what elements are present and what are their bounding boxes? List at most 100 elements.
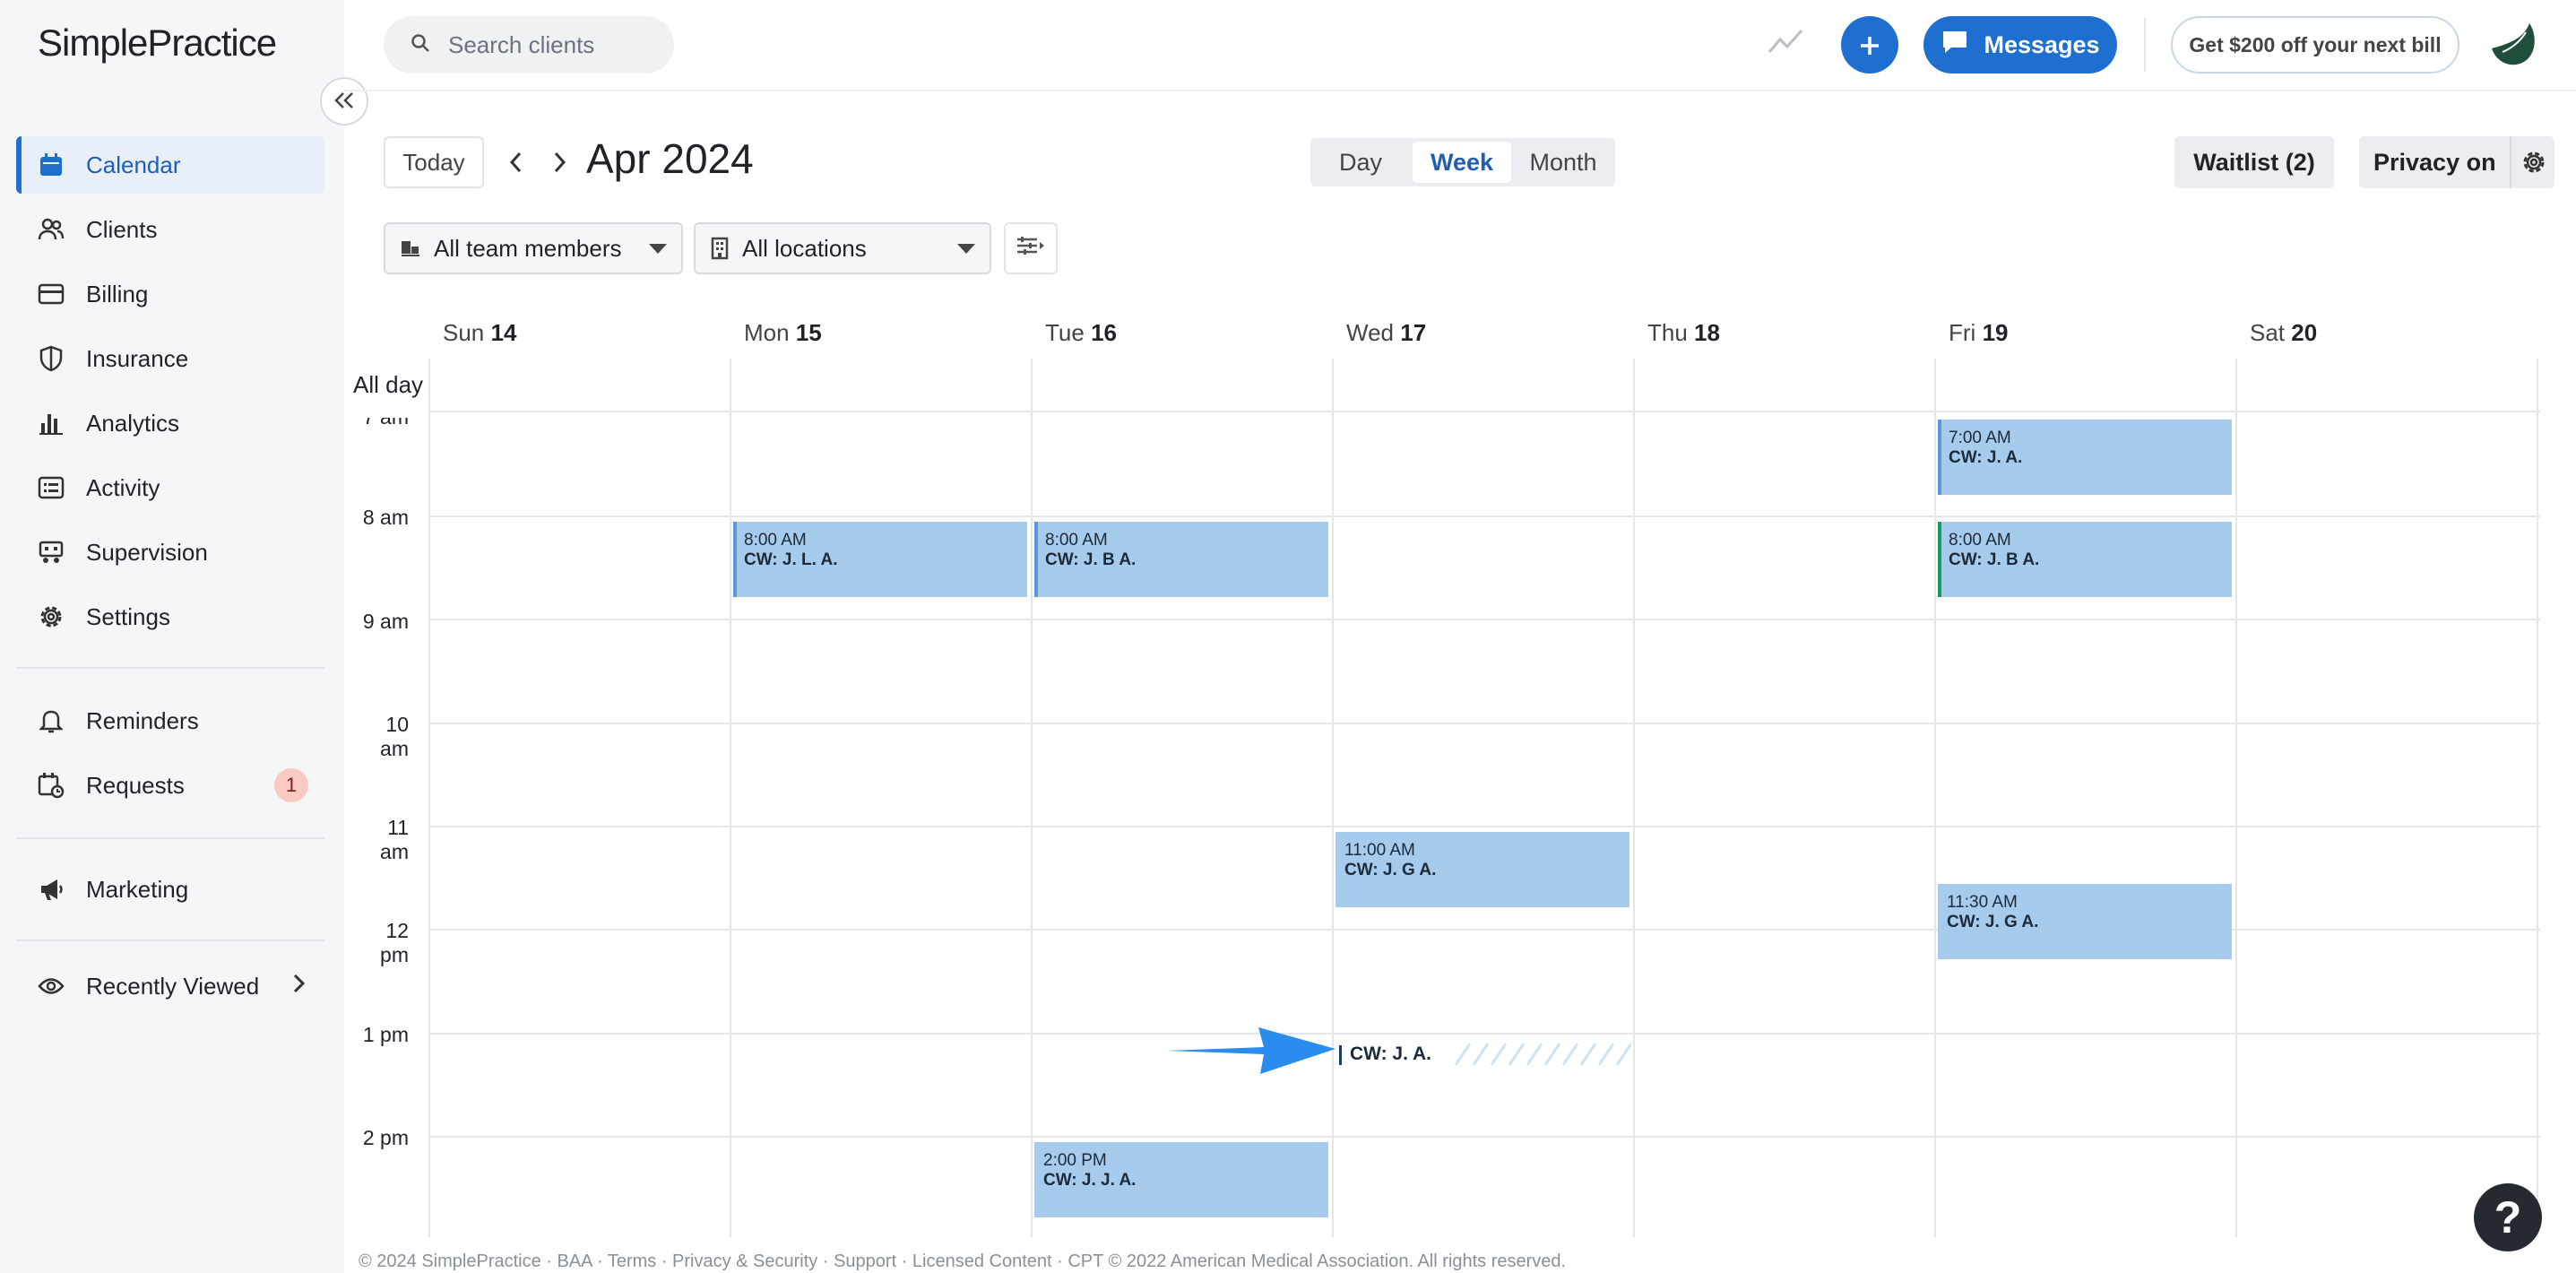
sidebar-item-supervision[interactable]: Supervision	[16, 524, 324, 581]
day-header-fri[interactable]: Fri 19	[1949, 319, 2008, 347]
event-client: CW: J. A.	[1949, 448, 2023, 467]
grid-line	[430, 515, 2540, 517]
search-input[interactable]	[446, 30, 656, 60]
appointment-event[interactable]: 11:30 AM CW: J. G A.	[1938, 884, 2232, 959]
sidebar-item-analytics[interactable]: Analytics	[16, 394, 324, 452]
team-icon	[400, 238, 421, 259]
topbar-border	[344, 90, 2576, 91]
sidebar-item-reminders[interactable]: Reminders	[16, 692, 324, 749]
appointment-event[interactable]: 8:00 AM CW: J. B A.	[1034, 522, 1328, 597]
grid-column-line	[1031, 359, 1033, 1237]
event-time: 7:00 AM	[1949, 429, 2011, 447]
sidebar-item-label: Requests	[86, 771, 185, 799]
sidebar-item-billing[interactable]: Billing	[16, 265, 324, 323]
sliders-icon	[1016, 235, 1046, 263]
day-header-sat[interactable]: Sat 20	[2250, 319, 2317, 347]
trend-line-icon[interactable]	[1766, 23, 1805, 67]
waitlist-button[interactable]: Waitlist (2)	[2174, 136, 2334, 188]
sidebar-item-settings[interactable]: Settings	[16, 588, 324, 645]
grid-line	[430, 619, 2540, 620]
billing-card-icon	[36, 279, 66, 309]
grid-line	[430, 1136, 2540, 1138]
today-button[interactable]: Today	[384, 136, 484, 188]
view-day-tab[interactable]: Day	[1314, 142, 1407, 183]
sidebar-item-clients[interactable]: Clients	[16, 201, 324, 258]
activity-list-icon	[36, 472, 66, 503]
sidebar-item-label: Calendar	[86, 151, 181, 178]
event-time: 8:00 AM	[744, 531, 807, 550]
avatar[interactable]	[2485, 16, 2542, 74]
sidebar-item-label: Reminders	[86, 706, 199, 734]
day-header-tue[interactable]: Tue 16	[1045, 319, 1117, 347]
sidebar-item-activity[interactable]: Activity	[16, 459, 324, 516]
sidebar-divider	[16, 837, 324, 839]
month-title: Apr 2024	[586, 135, 754, 182]
help-button[interactable]: ?	[2474, 1183, 2542, 1251]
privacy-toggle[interactable]: Privacy on	[2359, 136, 2554, 188]
eye-icon	[36, 971, 66, 1001]
clients-icon	[36, 214, 66, 245]
sidebar-divider	[16, 667, 324, 669]
promo-button[interactable]: Get $200 off your next bill	[2171, 16, 2459, 74]
sidebar-item-marketing[interactable]: Marketing	[16, 861, 324, 918]
event-client: CW: J. J. A.	[1043, 1171, 1137, 1190]
gear-icon[interactable]	[2520, 149, 2547, 182]
sidebar-item-recently-viewed[interactable]: Recently Viewed	[16, 957, 324, 1015]
grid-column-line	[730, 359, 731, 1237]
filter-options-button[interactable]	[1004, 222, 1058, 274]
locations-dropdown[interactable]: All locations	[694, 222, 991, 274]
next-week-chevron-icon[interactable]	[549, 149, 570, 180]
grid-line	[430, 723, 2540, 724]
event-client: CW: J. G A.	[1947, 913, 2039, 931]
view-week-tab[interactable]: Week	[1413, 142, 1511, 183]
topbar-divider	[2144, 18, 2146, 72]
question-mark-icon: ?	[2494, 1192, 2522, 1243]
appointment-event[interactable]: 8:00 AM CW: J. B A.	[1938, 522, 2232, 597]
search-bar[interactable]	[384, 16, 674, 74]
sidebar-item-requests[interactable]: Requests 1	[16, 757, 324, 814]
chevron-right-icon	[292, 971, 307, 1001]
all-day-border	[430, 411, 2540, 412]
sidebar-item-label: Activity	[86, 473, 160, 501]
day-header-mon[interactable]: Mon 15	[744, 319, 822, 347]
day-header-wed[interactable]: Wed 17	[1346, 319, 1426, 347]
view-month-tab[interactable]: Month	[1515, 142, 1612, 183]
prev-week-chevron-icon[interactable]	[506, 149, 527, 180]
event-client: CW: J. B A.	[1949, 550, 2040, 569]
megaphone-icon	[36, 874, 66, 905]
requests-icon	[36, 770, 66, 801]
grid-column-line	[428, 359, 430, 1237]
shield-icon	[36, 343, 66, 374]
supervision-icon	[36, 537, 66, 567]
event-time: 11:30 AM	[1947, 893, 2018, 912]
simplepractice-logo[interactable]: SimplePractice	[38, 22, 277, 65]
appointment-event[interactable]: 2:00 PM CW: J. J. A.	[1034, 1142, 1328, 1217]
collapse-sidebar-button[interactable]	[320, 77, 368, 126]
sidebar-item-insurance[interactable]: Insurance	[16, 330, 324, 387]
team-filter-value: All team members	[434, 234, 622, 262]
caret-down-icon	[649, 244, 667, 254]
footer-text: © 2024 SimplePractice · BAA · Terms · Pr…	[359, 1251, 1567, 1271]
tentative-appointment-event[interactable]: CW: J. A.	[1339, 1040, 1631, 1069]
day-header-sun[interactable]: Sun 14	[443, 319, 516, 347]
bell-icon	[36, 706, 66, 736]
sidebar-item-label: Recently Viewed	[86, 972, 260, 1000]
caret-down-icon	[957, 244, 975, 254]
promo-label: Get $200 off your next bill	[2189, 32, 2442, 56]
plus-icon	[1858, 23, 1881, 66]
hour-label: 1 pm	[362, 1023, 409, 1046]
hour-label: 11 am	[380, 816, 409, 863]
messages-label: Messages	[1984, 30, 2100, 58]
appointment-event[interactable]: 8:00 AM CW: J. L. A.	[733, 522, 1027, 597]
sidebar-item-calendar[interactable]: Calendar	[16, 136, 324, 194]
waitlist-label: Waitlist (2)	[2193, 148, 2315, 176]
team-members-dropdown[interactable]: All team members	[384, 222, 683, 274]
appointment-event[interactable]: 11:00 AM CW: J. G A.	[1336, 832, 1629, 907]
add-new-button[interactable]	[1841, 16, 1898, 74]
messages-button[interactable]: Messages	[1923, 16, 2117, 74]
today-label: Today	[402, 148, 465, 176]
appointment-event[interactable]: 7:00 AM CW: J. A.	[1938, 420, 2232, 495]
day-header-thu[interactable]: Thu 18	[1647, 319, 1720, 347]
bar-chart-icon	[36, 408, 66, 438]
sidebar-item-label: Clients	[86, 215, 158, 243]
